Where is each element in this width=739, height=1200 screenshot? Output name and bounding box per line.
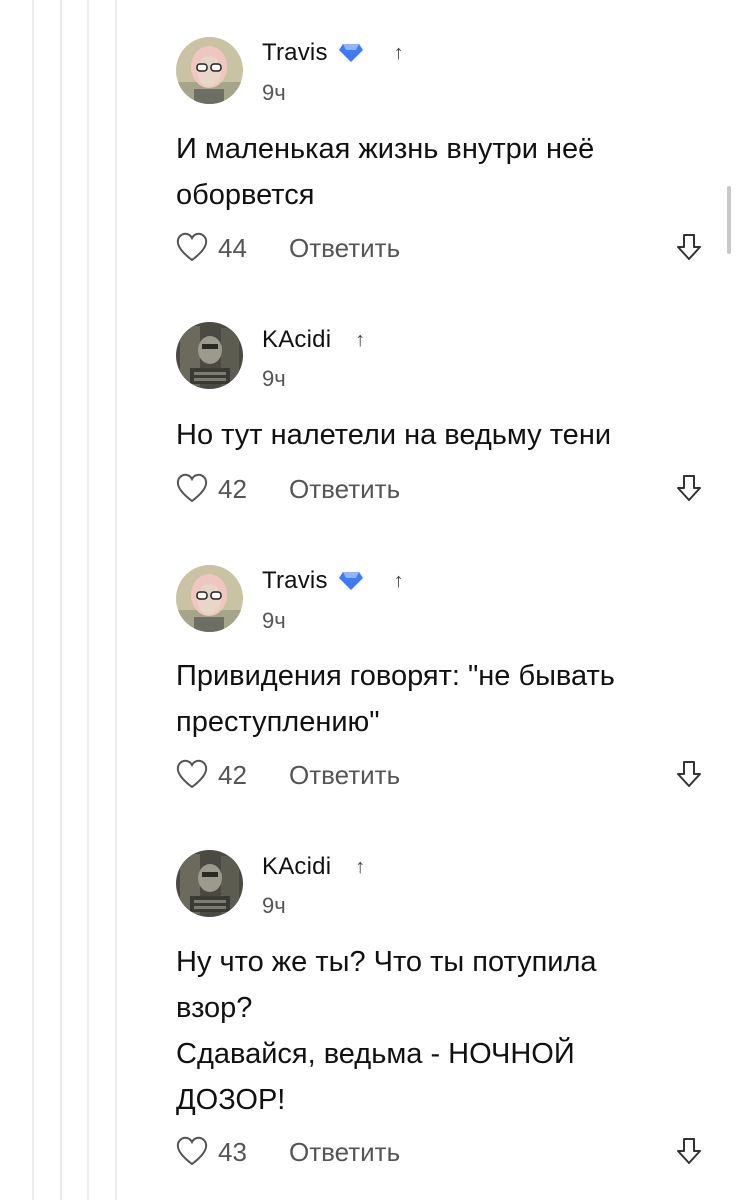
arrow-down-icon[interactable] — [676, 232, 702, 262]
comment-actions: 42 Ответить — [176, 471, 706, 507]
comment-time: 9ч — [262, 80, 286, 105]
comment-text: Ну что же ты? Что ты потупила взор? Сдав… — [176, 946, 597, 1116]
reply-button[interactable]: Ответить — [289, 1134, 400, 1170]
comment-time: 9ч — [262, 608, 286, 633]
thread-line-3 — [87, 0, 89, 1200]
avatar-travis[interactable] — [176, 565, 243, 632]
arrow-up-icon[interactable]: ↑ — [394, 570, 404, 593]
reply-button[interactable]: Ответить — [289, 471, 400, 507]
arrow-up-icon[interactable]: ↑ — [355, 329, 365, 352]
author-name[interactable]: KAcidi — [262, 853, 331, 881]
thread-line-4 — [115, 0, 117, 1200]
heart-outline-icon[interactable] — [176, 232, 208, 262]
arrow-up-icon[interactable]: ↑ — [355, 856, 365, 879]
reply-button[interactable]: Ответить — [289, 230, 400, 266]
comment-time: 9ч — [262, 893, 286, 918]
author-name[interactable]: Travis — [262, 39, 328, 67]
like-count: 43 — [218, 1137, 247, 1167]
arrow-up-icon[interactable]: ↑ — [394, 42, 404, 65]
thread-line-2 — [60, 0, 62, 1200]
heart-outline-icon[interactable] — [176, 473, 208, 503]
comment-actions: 43 Ответить — [176, 1134, 706, 1170]
like-count: 42 — [218, 474, 247, 504]
heart-outline-icon[interactable] — [176, 759, 208, 789]
arrow-down-icon[interactable] — [676, 759, 702, 789]
diamond-badge-icon — [338, 44, 363, 62]
thread-line-1 — [32, 0, 34, 1200]
scrollbar[interactable] — [727, 186, 731, 254]
arrow-down-icon[interactable] — [676, 1136, 702, 1166]
diamond-badge-icon — [338, 572, 363, 590]
comment-text: Привидения говорят: "не бывать преступле… — [176, 660, 615, 738]
avatar-travis[interactable] — [176, 37, 243, 104]
author-name[interactable]: Travis — [262, 567, 328, 595]
avatar-kacidi[interactable] — [176, 322, 243, 389]
author-name[interactable]: KAcidi — [262, 326, 331, 354]
reply-button[interactable]: Ответить — [289, 757, 400, 793]
like-count: 42 — [218, 760, 247, 790]
comment-actions: 44 Ответить — [176, 230, 706, 266]
heart-outline-icon[interactable] — [176, 1136, 208, 1166]
comment-actions: 42 Ответить — [176, 757, 706, 793]
avatar-kacidi[interactable] — [176, 850, 243, 917]
comment-time: 9ч — [262, 366, 286, 391]
like-count: 44 — [218, 233, 247, 263]
arrow-down-icon[interactable] — [676, 473, 702, 503]
comment-text: Но тут налетели на ведьму тени — [176, 419, 612, 451]
comment-text: И маленькая жизнь внутри неё оборвется — [176, 133, 595, 211]
